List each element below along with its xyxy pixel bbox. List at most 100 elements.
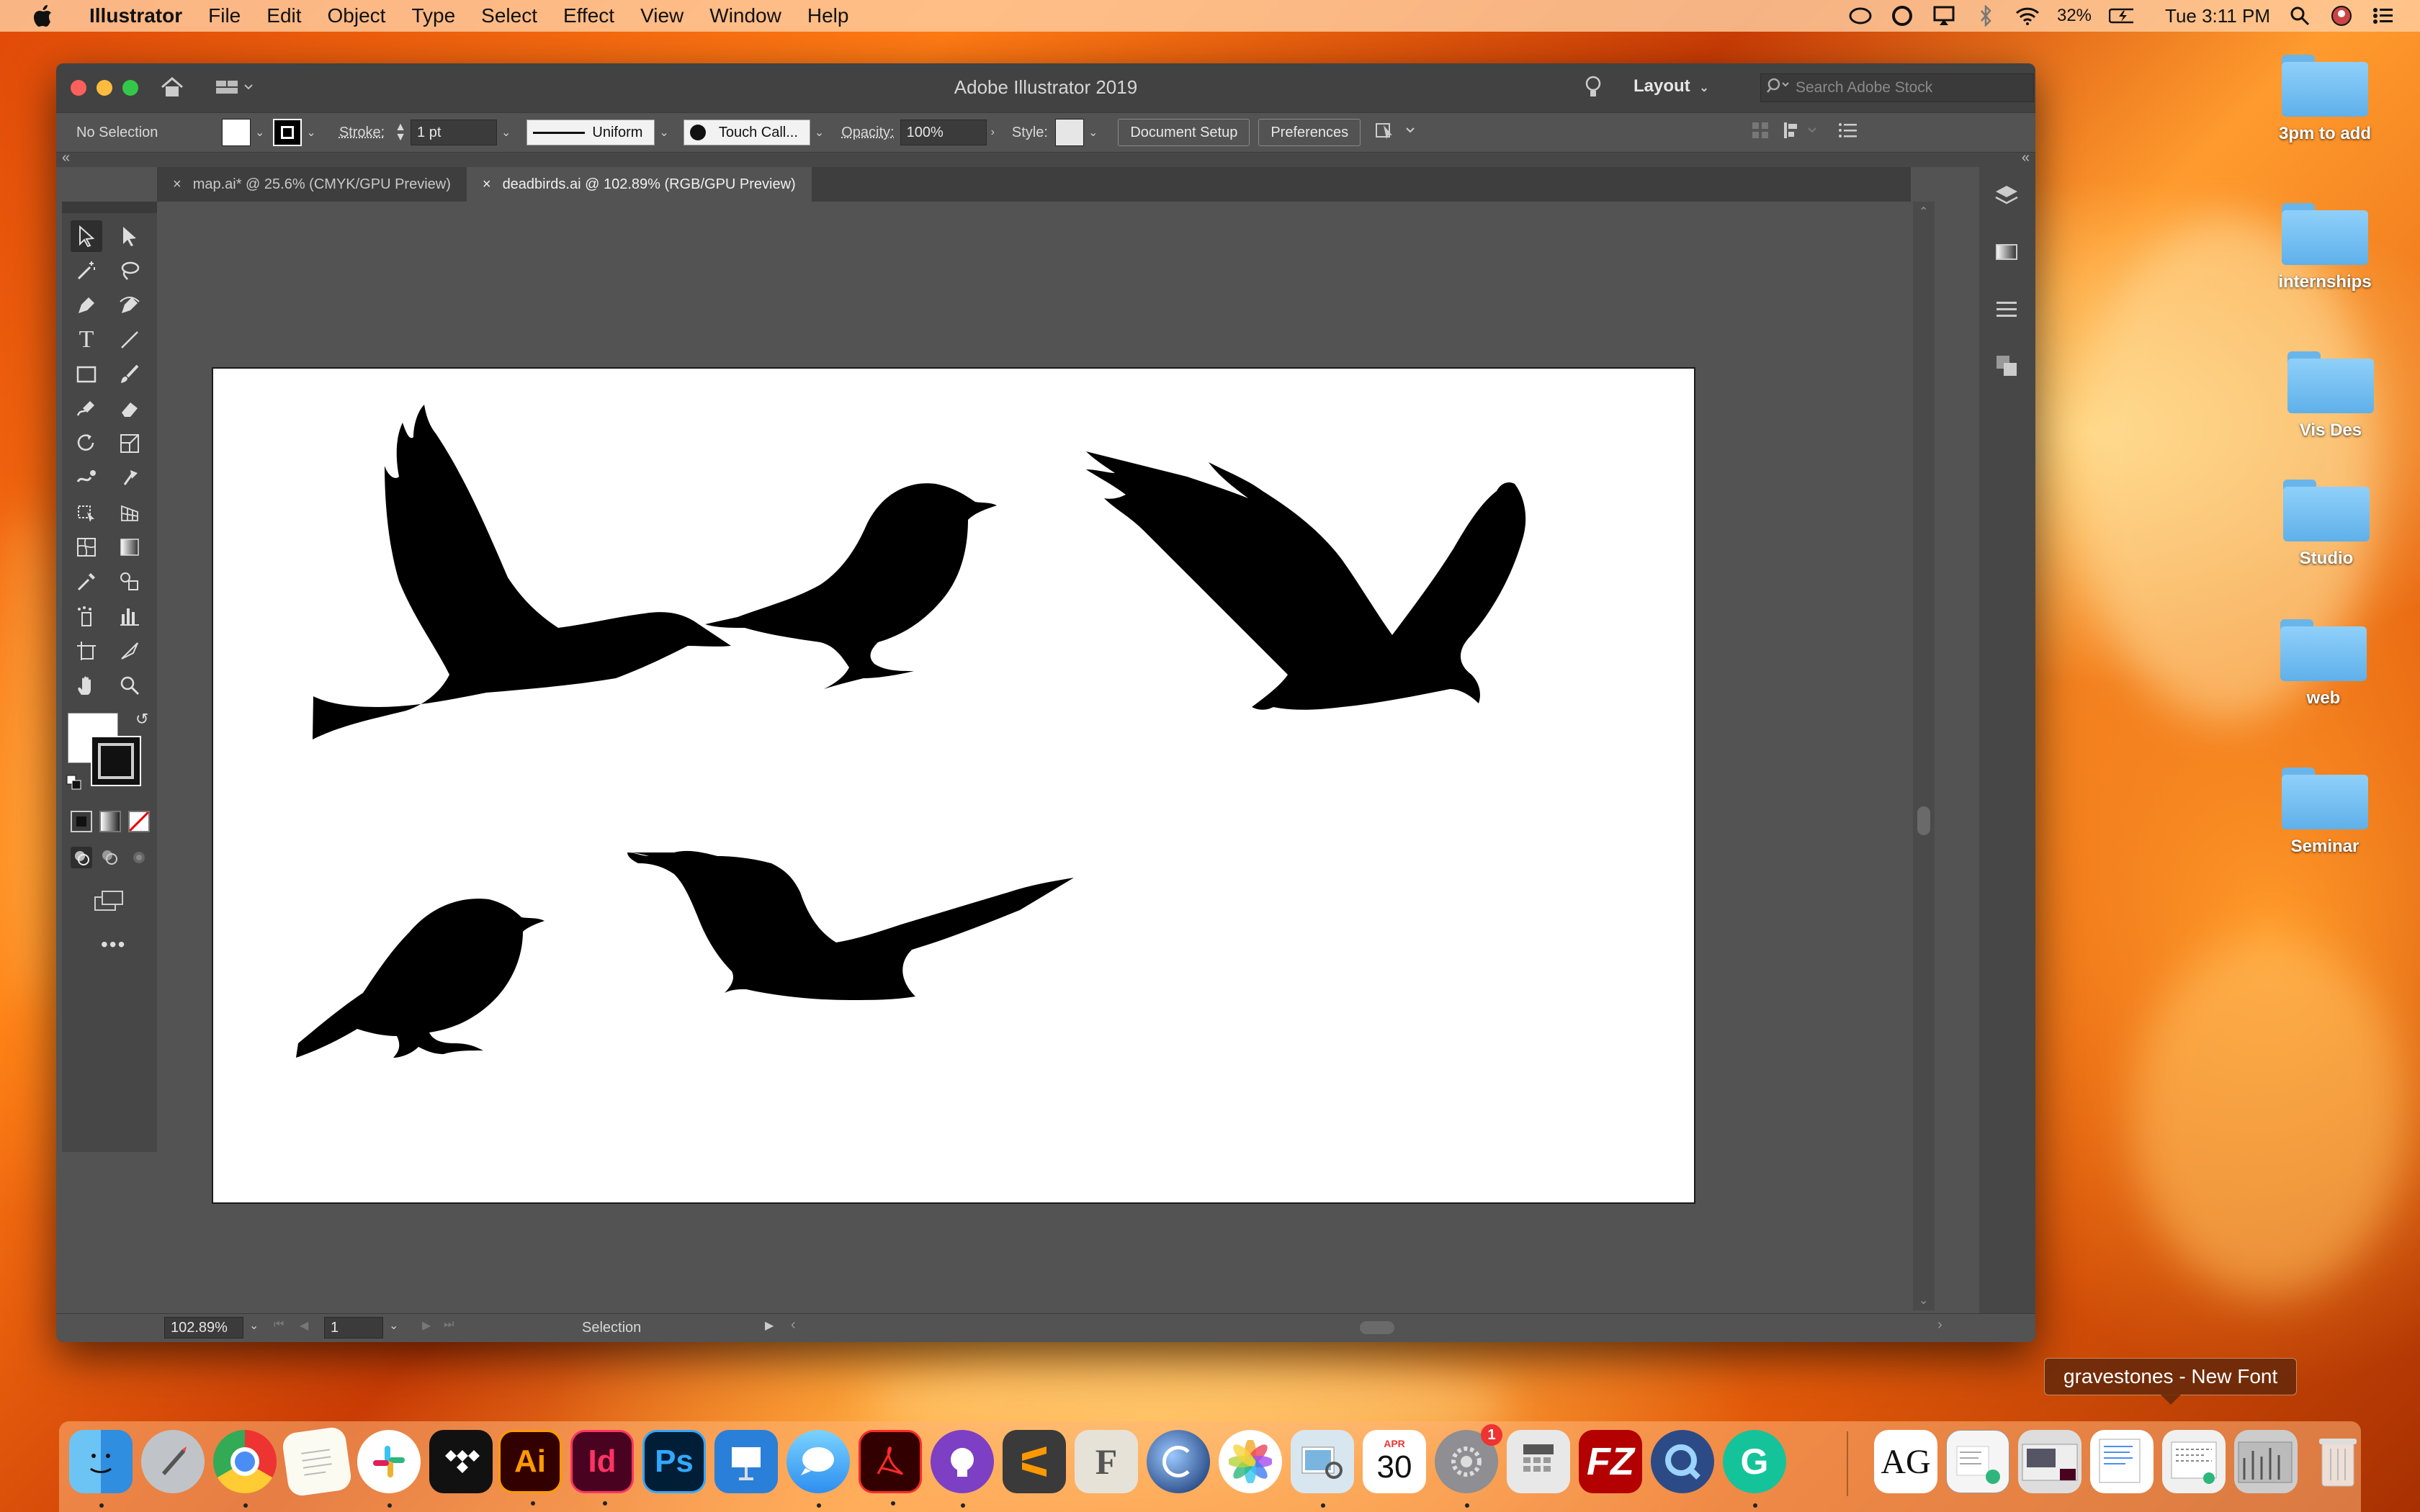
preferences-button[interactable]: Preferences <box>1258 119 1361 146</box>
lightbulb-icon[interactable] <box>1585 75 1602 103</box>
menu-effect[interactable]: Effect <box>550 4 627 27</box>
bird-silhouette[interactable] <box>296 899 544 1058</box>
desktop-folder-seminar[interactable]: Seminar <box>2253 763 2397 857</box>
hand-tool-icon[interactable] <box>71 670 102 701</box>
spotlight-search-icon[interactable] <box>2287 4 2312 28</box>
perspective-grid-tool-icon[interactable] <box>114 497 145 528</box>
desktop-folder-3pm-to-add[interactable]: 3pm to add <box>2253 50 2397 144</box>
draw-behind-icon[interactable] <box>99 847 121 872</box>
bluetooth-icon[interactable] <box>1973 4 1998 28</box>
pen-tool-icon[interactable] <box>71 289 102 321</box>
style-chevron[interactable]: ⌄ <box>1088 125 1098 140</box>
artboard-chevron[interactable]: ⌄ <box>389 1318 398 1333</box>
default-colors-icon[interactable] <box>66 775 82 794</box>
dock-photos-icon[interactable] <box>1219 1430 1282 1493</box>
free-transform-tool-icon[interactable] <box>71 497 102 528</box>
dock-messages-icon[interactable] <box>786 1430 850 1508</box>
creative-cloud-icon[interactable] <box>1848 4 1873 28</box>
slice-tool-icon[interactable] <box>114 635 145 667</box>
workspace-switcher[interactable]: Layout ⌄ <box>1634 76 1713 96</box>
battery-icon[interactable] <box>2109 4 2134 28</box>
stroke-stepper-icon[interactable]: ▲ ▼ <box>395 122 406 143</box>
canvas-area[interactable] <box>164 202 1911 1310</box>
horizontal-scroll-thumb[interactable] <box>1360 1321 1394 1334</box>
none-mode-icon[interactable] <box>128 811 150 832</box>
dock-calculator-icon[interactable] <box>1507 1430 1570 1493</box>
scroll-thumb[interactable] <box>1917 806 1930 835</box>
draw-normal-icon[interactable] <box>71 847 92 868</box>
fill-dropdown-chevron[interactable]: ⌄ <box>255 125 264 140</box>
close-tab-icon[interactable]: × <box>483 176 491 193</box>
draw-inside-icon[interactable] <box>128 847 150 872</box>
curvature-tool-icon[interactable] <box>114 289 145 321</box>
dock-sublime-icon[interactable] <box>1003 1430 1066 1493</box>
eraser-tool-icon[interactable] <box>114 393 145 425</box>
transform-icon[interactable] <box>1781 120 1824 145</box>
stroke-color-box[interactable] <box>91 736 141 786</box>
scroll-up-icon[interactable]: ⌃ <box>1919 204 1928 219</box>
zoom-chevron[interactable]: ⌄ <box>249 1318 259 1333</box>
magic-wand-tool-icon[interactable] <box>71 255 102 287</box>
menu-window[interactable]: Window <box>696 4 794 27</box>
zoom-tool-icon[interactable] <box>114 670 145 701</box>
menu-file[interactable]: File <box>195 4 254 27</box>
bird-silhouette[interactable] <box>1086 451 1526 710</box>
dock-quicktime-icon[interactable] <box>1651 1430 1714 1493</box>
stroke-dropdown-chevron[interactable]: ⌄ <box>306 125 315 140</box>
zoom-level-field[interactable]: 102.89% <box>164 1317 243 1338</box>
dock-calendar-icon[interactable]: APR 30 <box>1363 1430 1426 1493</box>
dock-system-preferences-icon[interactable]: 1 <box>1435 1424 1502 1508</box>
scroll-down-icon[interactable]: ⌄ <box>1919 1293 1928 1308</box>
desktop-folder-studio[interactable]: Studio <box>2254 475 2398 569</box>
tab-deadbirds[interactable]: × deadbirds.ai @ 102.89% (RGB/GPU Preview… <box>466 167 812 202</box>
style-swatch[interactable] <box>1054 119 1084 146</box>
shaper-tool-icon[interactable] <box>71 393 102 425</box>
artboard-tool-icon[interactable] <box>71 635 102 667</box>
dock-screenshot-thumbnail[interactable] <box>2162 1430 2226 1493</box>
eyedropper-tool-icon[interactable] <box>71 566 102 598</box>
dock-filezilla-icon[interactable]: FZ <box>1579 1430 1642 1493</box>
symbol-sprayer-tool-icon[interactable] <box>71 600 102 632</box>
dock-document-thumbnail[interactable] <box>1946 1430 2009 1493</box>
dock-indesign-icon[interactable]: Id <box>570 1430 634 1506</box>
scale-tool-icon[interactable] <box>114 428 145 459</box>
stroke-weight-input[interactable]: 1 pt <box>411 120 498 145</box>
lasso-tool-icon[interactable] <box>114 255 145 287</box>
brush-definition-select[interactable]: Touch Call... <box>683 120 810 145</box>
last-artboard-icon[interactable]: ⏭ <box>444 1318 454 1331</box>
dock-tidal-icon[interactable] <box>429 1430 493 1493</box>
dock-launchpad-icon[interactable] <box>141 1430 205 1493</box>
pathfinder-panel-icon[interactable] <box>1994 353 2020 382</box>
next-artboard-icon[interactable]: ▶ <box>422 1318 431 1333</box>
menu-select[interactable]: Select <box>468 4 550 27</box>
dock-indesign-doc-thumbnail[interactable] <box>2018 1430 2081 1493</box>
type-tool-icon[interactable]: T <box>71 324 102 356</box>
tab-map[interactable]: × map.ai* @ 25.6% (CMYK/GPU Preview) <box>157 167 467 202</box>
opacity-input[interactable]: 100% <box>900 120 987 145</box>
close-tab-icon[interactable]: × <box>173 176 182 193</box>
dock-font-preview-icon[interactable]: AG <box>1874 1430 1937 1493</box>
gradient-mode-icon[interactable] <box>99 811 121 832</box>
bird-silhouette[interactable] <box>705 483 997 689</box>
status-circle-icon[interactable] <box>1890 4 1914 28</box>
menu-edit[interactable]: Edit <box>254 4 314 27</box>
stroke-label[interactable]: Stroke: <box>339 125 385 141</box>
document-setup-button[interactable]: Document Setup <box>1118 119 1250 146</box>
selection-tool-icon[interactable] <box>71 220 102 252</box>
dock-acrobat-icon[interactable] <box>859 1430 922 1506</box>
stroke-profile-select[interactable]: Uniform <box>526 120 655 145</box>
menu-view[interactable]: View <box>627 4 696 27</box>
align-icon[interactable] <box>1749 120 1771 145</box>
mesh-tool-icon[interactable] <box>71 531 102 563</box>
vertical-scrollbar[interactable]: ⌃ ⌄ <box>1913 202 1935 1310</box>
first-artboard-icon[interactable]: ⏮ <box>274 1318 284 1331</box>
wifi-icon[interactable] <box>2015 4 2040 28</box>
dock-illustrator-icon[interactable]: Ai <box>498 1430 562 1506</box>
rectangle-tool-icon[interactable] <box>71 359 102 390</box>
prev-artboard-icon[interactable]: ◀ <box>300 1318 308 1333</box>
collapse-left-icon[interactable]: « <box>62 150 70 166</box>
select-similar-icon[interactable] <box>1375 120 1421 145</box>
scroll-right-icon[interactable]: › <box>1937 1317 1942 1333</box>
layers-panel-icon[interactable] <box>1994 183 2020 212</box>
rotate-tool-icon[interactable] <box>71 428 102 459</box>
